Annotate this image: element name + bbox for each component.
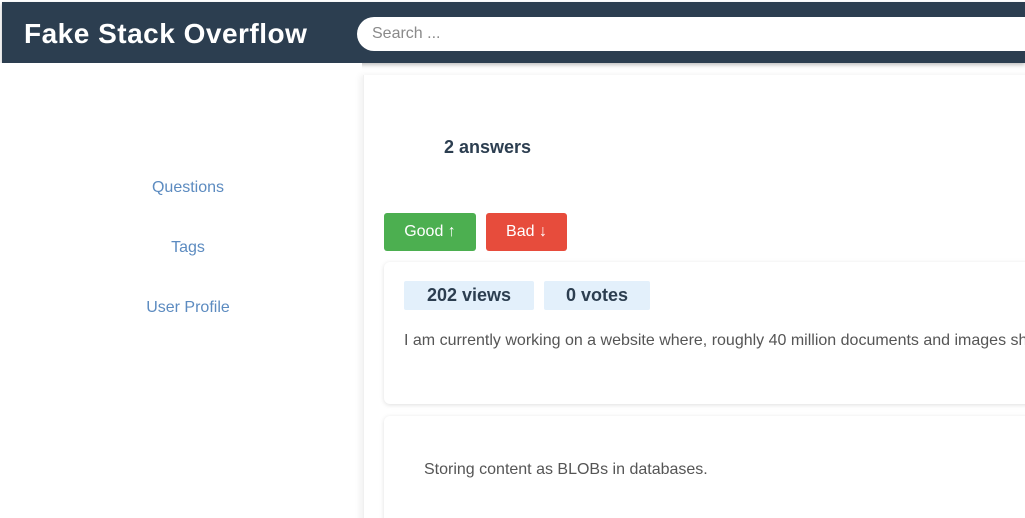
site-logo[interactable]: Fake Stack Overflow [24, 18, 307, 50]
answer-text: Storing content as BLOBs in databases. [424, 461, 708, 478]
search-input[interactable] [357, 17, 1025, 51]
sidebar-item-tags[interactable]: Tags [0, 239, 376, 257]
bad-button[interactable]: Bad ↓ [486, 213, 567, 251]
votes-badge: 0 votes [544, 281, 650, 310]
good-button[interactable]: Good ↑ [384, 213, 476, 251]
answers-count: 2 answers [444, 137, 532, 157]
sidebar [0, 63, 362, 518]
sidebar-item-questions[interactable]: Questions [0, 179, 376, 197]
top-header: Fake Stack Overflow [2, 2, 1025, 63]
question-text: I am currently working on a website wher… [404, 332, 1025, 349]
sidebar-item-user-profile[interactable]: User Profile [0, 299, 376, 317]
views-badge: 202 views [404, 281, 534, 310]
